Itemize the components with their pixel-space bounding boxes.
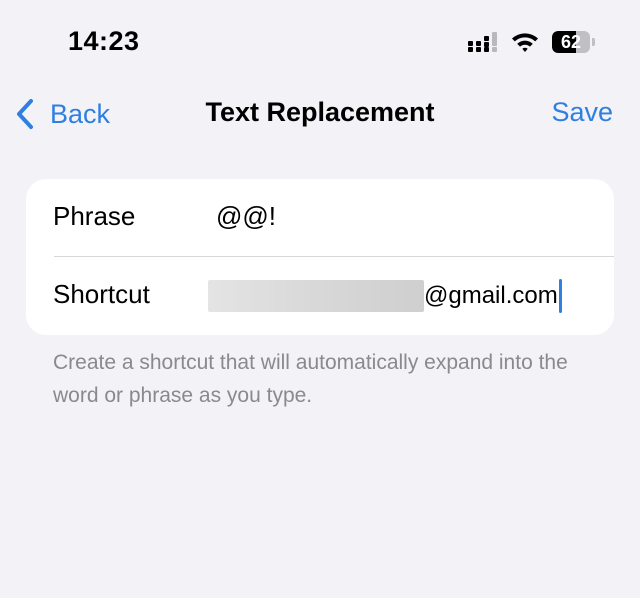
- back-label: Back: [50, 98, 111, 129]
- shortcut-label: Shortcut: [53, 279, 150, 309]
- text-cursor: [558, 279, 562, 313]
- status-bar: 14:23 62: [0, 0, 640, 84]
- chevron-left-icon: [17, 99, 33, 129]
- footer-note: Create a shortcut that will automaticall…: [53, 351, 568, 407]
- shortcut-value: @gmail.com: [424, 282, 558, 309]
- redacted-text-block: [208, 280, 424, 312]
- text-replacement-form: Phrase @@! Shortcut @gmail.com: [26, 179, 614, 335]
- status-time: 14:23: [68, 26, 140, 56]
- wifi-icon: [512, 33, 538, 52]
- shortcut-row[interactable]: Shortcut @gmail.com: [26, 257, 614, 335]
- cellular-signal-icon: [468, 32, 497, 52]
- battery-cap: [592, 38, 595, 46]
- navigation-bar: Back Text Replacement Save: [0, 84, 640, 144]
- phrase-row[interactable]: Phrase @@!: [26, 179, 614, 257]
- save-button[interactable]: Save: [551, 97, 613, 128]
- battery-indicator: 62: [552, 31, 596, 53]
- back-button[interactable]: Back: [14, 97, 110, 131]
- phrase-label: Phrase: [53, 201, 136, 231]
- battery-body: 62: [552, 31, 590, 53]
- shortcut-field[interactable]: @gmail.com: [208, 278, 562, 314]
- battery-percentage: 62: [560, 32, 582, 52]
- phrase-field[interactable]: @@!: [216, 201, 276, 232]
